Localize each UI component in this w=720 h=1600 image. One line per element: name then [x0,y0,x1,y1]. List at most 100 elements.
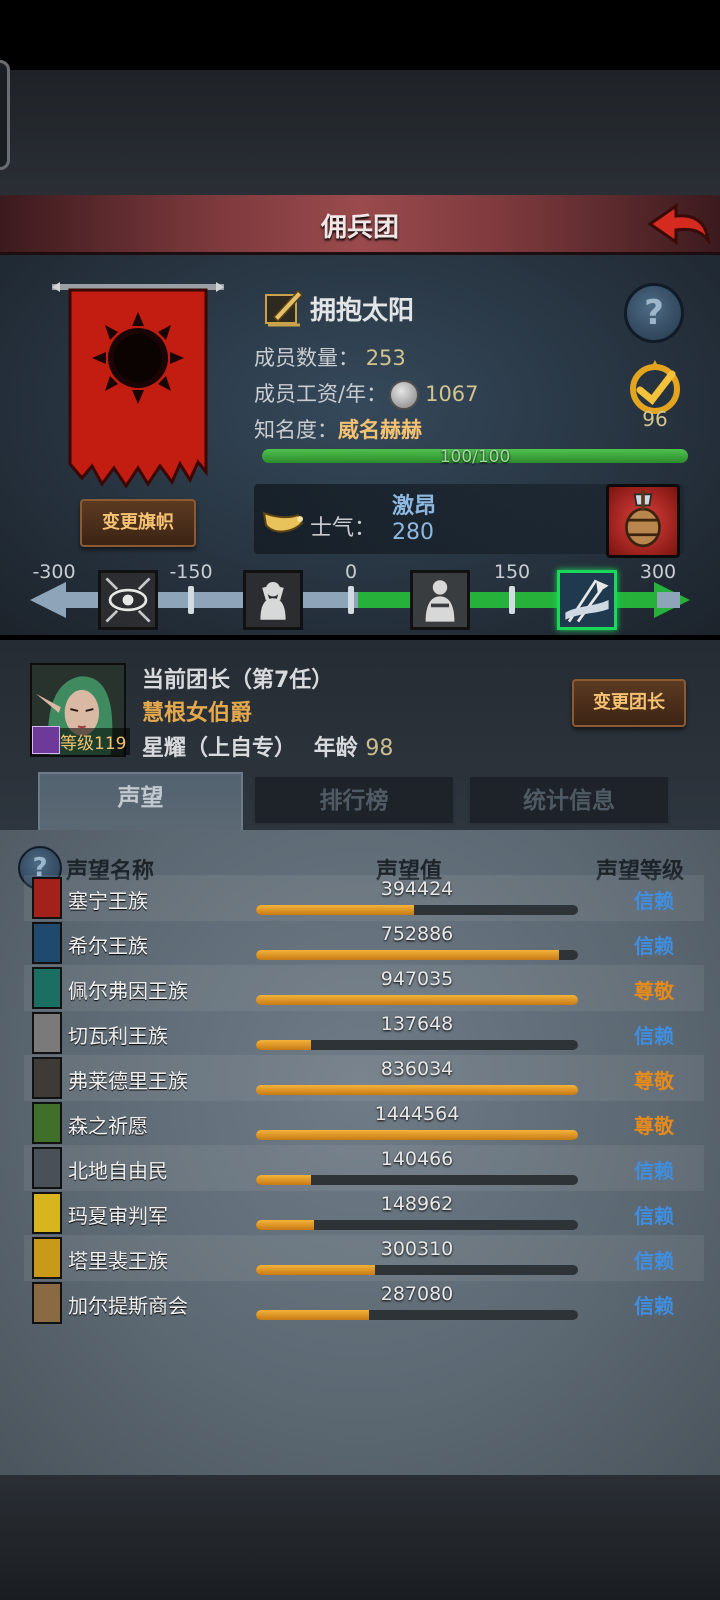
leader-class-age: 星耀（上自专） 年龄 98 [142,730,393,762]
faction-reputation-value: 752886 [380,923,454,945]
help-icon[interactable]: ? [624,283,684,343]
faction-reputation-bar [256,1130,578,1140]
silver-coin-icon [389,380,420,410]
tab-statistics[interactable]: 统计信息 [468,775,670,825]
faction-reputation-fill [256,1220,314,1230]
back-arrow-icon[interactable] [646,200,712,250]
faction-crest-icon [32,967,62,1009]
title-bar: 佣兵团 [0,195,720,255]
change-leader-button[interactable]: 变更团长 [572,679,686,727]
reputation-row[interactable]: 希尔王族 752886 信赖 [24,920,704,966]
faction-reputation-value: 287080 [380,1283,454,1305]
staff-icon [32,726,60,754]
tab-ranking[interactable]: 排行榜 [253,775,455,825]
faction-name: 塞宁王族 [68,889,148,913]
faction-reputation-value: 140466 [380,1148,454,1170]
faction-crest-icon [32,1057,62,1099]
member-count: 成员数量： 253 [254,342,406,372]
reputation-row[interactable]: 弗莱德里王族 836034 尊敬 [24,1055,704,1101]
leader-age-label: 年龄 [313,736,358,761]
scale-label-zero: 0 [344,561,358,583]
leader-age-value: 98 [365,736,394,761]
faction-reputation-value: 137648 [380,1013,454,1035]
leader-level-badge: 等级119 [30,726,131,755]
scale-label-high: 150 [493,561,531,583]
scale-tick [188,586,194,614]
faction-name: 希尔王族 [68,934,148,958]
scale-label-low: -150 [169,561,213,583]
faction-reputation-level: 信赖 [634,1204,674,1228]
reputation-row[interactable]: 塔里裴王族 300310 信赖 [24,1235,704,1281]
faction-reputation-fill [256,1085,578,1095]
morale-label: 士气： [310,516,377,541]
scale-label-min: -300 [32,561,76,583]
faction-reputation-value: 148962 [380,1193,454,1215]
page-title: 佣兵团 [320,213,399,243]
member-wage-label: 成员工资/年： [254,382,388,406]
faction-reputation-bar [256,1040,578,1050]
faction-crest-icon [32,1237,62,1279]
faction-name: 加尔提斯商会 [68,1294,188,1318]
faction-reputation-fill [256,995,578,1005]
despair-figure-icon[interactable] [243,570,303,630]
side-drawer-handle[interactable] [0,60,10,170]
faction-reputation-bar [256,950,578,960]
reputation-row[interactable]: 佩尔弗因王族 947035 尊敬 [24,965,704,1011]
horn-icon [262,511,304,533]
reputation-row[interactable]: 森之祈愿 1444564 尊敬 [24,1100,704,1146]
fame: 知名度：威名赫赫 [254,414,422,444]
reputation-row[interactable]: 北地自由民 140466 信赖 [24,1145,704,1191]
fame-value: 威名赫赫 [338,418,422,442]
change-banner-button[interactable]: 变更旗帜 [80,499,196,547]
barrel-icon[interactable] [606,484,680,558]
rename-quill-icon[interactable] [264,287,304,327]
fame-progress-text: 100/100 [439,447,511,467]
rally-banner-icon[interactable] [557,570,617,630]
faction-name: 佩尔弗因王族 [68,979,188,1003]
faction-reputation-bar [256,1220,578,1230]
reputation-row[interactable]: 切瓦利王族 137648 信赖 [24,1010,704,1056]
guild-name: 拥抱太阳 [310,296,415,326]
faction-reputation-bar [256,1265,578,1275]
faction-reputation-value: 836034 [380,1058,454,1080]
faction-reputation-fill [256,1265,376,1275]
scale-tick [348,586,354,614]
faction-reputation-level: 信赖 [634,1294,674,1318]
faction-crest-icon [32,1012,62,1054]
leader-name: 慧根女伯爵 [142,701,253,726]
leader-title: 当前团长（第7任） [142,668,334,693]
faction-name: 玛夏审判军 [68,1204,168,1228]
tab-reputation[interactable]: 声望 [38,772,243,832]
faction-name: 森之祈愿 [68,1114,148,1138]
faction-name: 切瓦利王族 [68,1024,168,1048]
faction-crest-icon [32,1102,62,1144]
faction-reputation-level: 尊敬 [634,1069,674,1093]
faction-reputation-fill [256,1040,311,1050]
scale-label-max: 300 [639,561,677,583]
faction-crest-icon [32,922,62,964]
faction-reputation-bar [256,1175,578,1185]
faction-reputation-value: 394424 [380,878,454,900]
faction-reputation-bar [256,1085,578,1095]
reputation-row[interactable]: 塞宁王族 394424 信赖 [24,875,704,921]
morale-value: 280 [392,520,434,545]
faction-reputation-level: 信赖 [634,1249,674,1273]
faction-reputation-level: 信赖 [634,1159,674,1183]
scale-tick [509,586,515,614]
calm-figure-icon[interactable] [410,570,470,630]
member-wage-value: 1067 [425,382,479,406]
faction-reputation-bar [256,905,578,915]
faction-reputation-bar [256,995,578,1005]
fame-label: 知名度： [254,418,338,442]
reputation-row[interactable]: 加尔提斯商会 287080 信赖 [24,1280,704,1326]
faction-reputation-fill [256,1175,311,1185]
panic-eye-icon[interactable] [98,570,158,630]
faction-name: 北地自由民 [68,1159,168,1183]
faction-reputation-level: 信赖 [634,934,674,958]
reputation-row[interactable]: 玛夏审判军 148962 信赖 [24,1190,704,1236]
faction-reputation-level: 尊敬 [634,979,674,1003]
faction-crest-icon [32,1147,62,1189]
upper-background [0,70,720,195]
faction-reputation-fill [256,1130,578,1140]
faction-reputation-bar [256,1310,578,1320]
